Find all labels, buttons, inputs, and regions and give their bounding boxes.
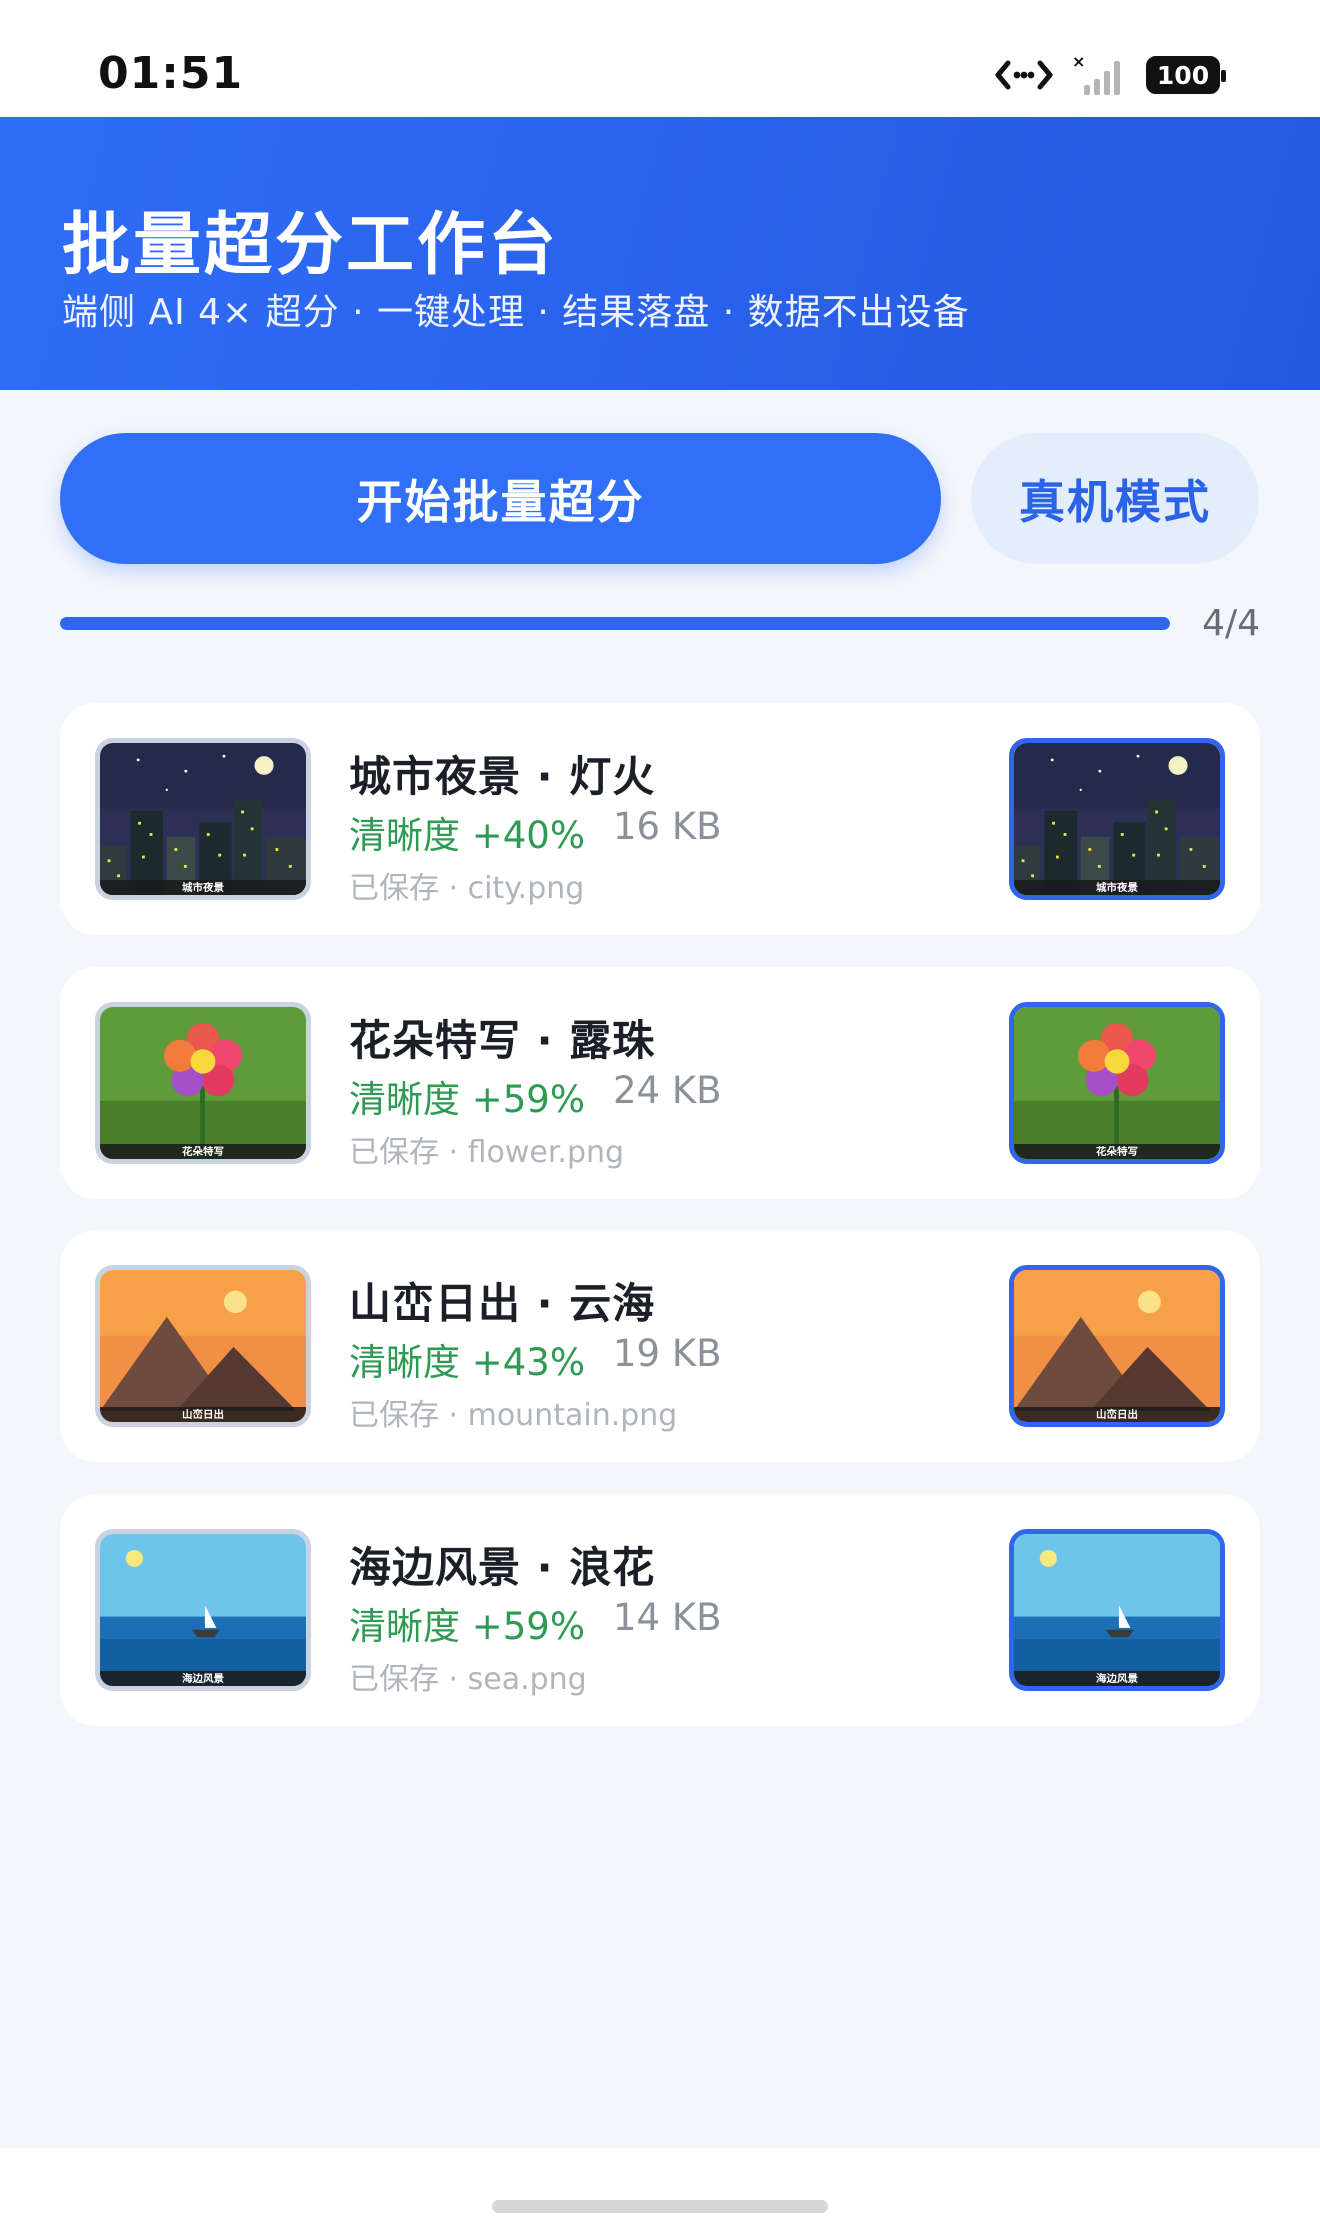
saved-path: 已保存 · flower.png xyxy=(349,1135,625,1170)
flower-scene-image: 花朵特写 xyxy=(1014,1007,1220,1159)
svg-text:海边风景: 海边风景 xyxy=(182,1672,225,1685)
device-mode-button[interactable]: 真机模式 xyxy=(971,433,1259,564)
svg-text:山峦日出: 山峦日出 xyxy=(182,1408,224,1421)
signal-icon: × xyxy=(1072,53,1120,95)
svg-text:城市夜景: 城市夜景 xyxy=(182,881,225,894)
status-bar: 01:51 × 100 xyxy=(0,0,1320,117)
bottom-bar xyxy=(0,2148,1320,2232)
svg-text:山峦日出: 山峦日出 xyxy=(1096,1408,1138,1421)
sea-scene-image: 海边风景 xyxy=(1014,1534,1220,1686)
file-size: 14 KB xyxy=(613,1596,722,1639)
result-card[interactable]: 花朵特写 花朵特写 · 露珠 清晰度 +59% 24 KB 已保存 · flow… xyxy=(60,967,1260,1199)
svg-text:花朵特写: 花朵特写 xyxy=(1096,1145,1138,1158)
progress-count: 4/4 xyxy=(1202,603,1260,644)
status-time: 01:51 xyxy=(98,48,244,99)
svg-text:×: × xyxy=(1072,53,1085,71)
saved-path: 已保存 · sea.png xyxy=(349,1662,587,1697)
mountain-scene-image: 山峦日出 xyxy=(1014,1270,1220,1422)
page-header: 批量超分工作台 端侧 AI 4× 超分 · 一键处理 · 结果落盘 · 数据不出… xyxy=(0,117,1320,390)
original-thumbnail[interactable]: 山峦日出 xyxy=(95,1265,311,1427)
upscaled-thumbnail[interactable]: 山峦日出 xyxy=(1009,1265,1225,1427)
original-thumbnail[interactable]: 花朵特写 xyxy=(95,1002,311,1164)
original-thumbnail[interactable]: 海边风景 xyxy=(95,1529,311,1691)
saved-path: 已保存 · city.png xyxy=(349,871,585,906)
result-card[interactable]: 山峦日出 山峦日出 · 云海 清晰度 +43% 19 KB 已保存 · moun… xyxy=(60,1230,1260,1462)
item-title: 花朵特写 · 露珠 xyxy=(349,1016,656,1065)
start-batch-button[interactable]: 开始批量超分 xyxy=(60,433,941,564)
svg-text:海边风景: 海边风景 xyxy=(1096,1672,1139,1685)
file-size: 24 KB xyxy=(613,1069,722,1112)
upscaled-thumbnail[interactable]: 海边风景 xyxy=(1009,1529,1225,1691)
upscaled-thumbnail[interactable]: 城市夜景 xyxy=(1009,738,1225,900)
file-size: 19 KB xyxy=(613,1332,722,1375)
upscaled-thumbnail[interactable]: 花朵特写 xyxy=(1009,1002,1225,1164)
battery-level: 100 xyxy=(1156,60,1210,90)
progress-fill xyxy=(60,617,1170,630)
saved-path: 已保存 · mountain.png xyxy=(349,1398,678,1433)
page-subtitle: 端侧 AI 4× 超分 · 一键处理 · 结果落盘 · 数据不出设备 xyxy=(62,292,970,333)
svg-text:花朵特写: 花朵特写 xyxy=(182,1145,224,1158)
city-scene-image: 城市夜景 xyxy=(100,743,306,895)
clarity-metric: 清晰度 +40% xyxy=(349,814,586,857)
network-activity-icon xyxy=(995,60,1053,90)
home-indicator[interactable] xyxy=(492,2200,828,2213)
page-title: 批量超分工作台 xyxy=(62,206,560,285)
result-card[interactable]: 城市夜景 城市夜景 · 灯火 清晰度 +40% 16 KB 已保存 · city… xyxy=(60,703,1260,935)
original-thumbnail[interactable]: 城市夜景 xyxy=(95,738,311,900)
clarity-metric: 清晰度 +59% xyxy=(349,1078,586,1121)
item-title: 海边风景 · 浪花 xyxy=(349,1543,656,1592)
mountain-scene-image: 山峦日出 xyxy=(100,1270,306,1422)
result-card[interactable]: 海边风景 海边风景 · 浪花 清晰度 +59% 14 KB 已保存 · sea.… xyxy=(60,1494,1260,1726)
sea-scene-image: 海边风景 xyxy=(100,1534,306,1686)
file-size: 16 KB xyxy=(613,805,722,848)
clarity-metric: 清晰度 +59% xyxy=(349,1605,586,1648)
status-icons: × 100 xyxy=(994,52,1226,98)
battery-icon: 100 xyxy=(1146,56,1226,94)
clarity-metric: 清晰度 +43% xyxy=(349,1341,586,1384)
svg-text:城市夜景: 城市夜景 xyxy=(1096,881,1139,894)
item-title: 山峦日出 · 云海 xyxy=(349,1279,656,1328)
city-scene-image: 城市夜景 xyxy=(1014,743,1220,895)
flower-scene-image: 花朵特写 xyxy=(100,1007,306,1159)
item-title: 城市夜景 · 灯火 xyxy=(349,752,656,801)
progress-bar xyxy=(60,617,1170,630)
